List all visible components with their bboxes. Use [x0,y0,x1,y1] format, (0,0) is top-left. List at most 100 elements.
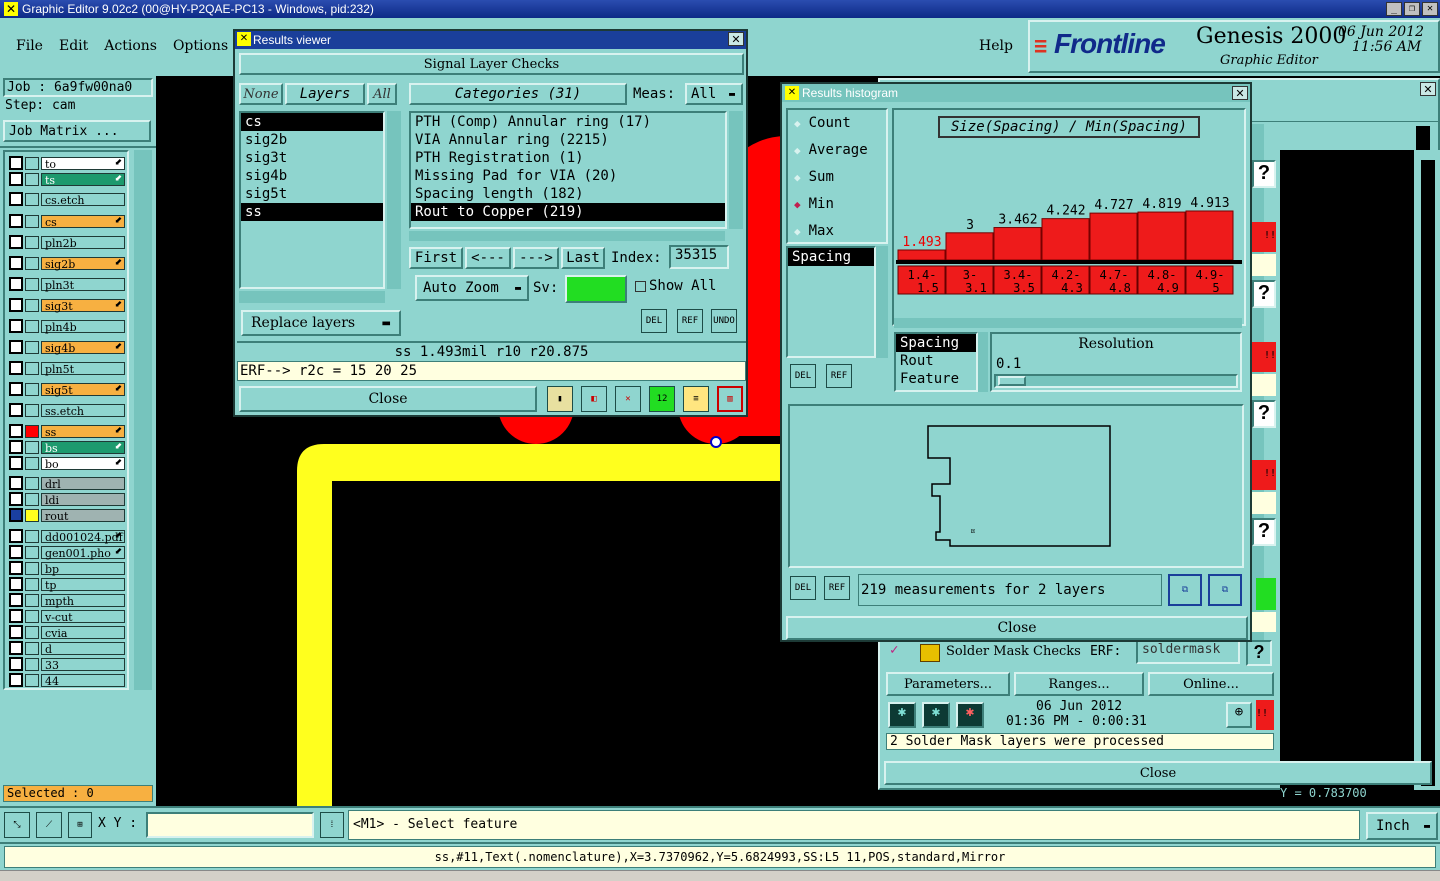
layer-color-swatch[interactable] [25,657,39,671]
layer-checkbox[interactable] [9,256,23,270]
undo-icon[interactable]: UNDO [711,309,737,333]
menu-help[interactable]: Help [979,38,1013,54]
zoom-icon[interactable]: ⊕ [1226,702,1252,728]
histogram-bar[interactable] [897,249,946,261]
del-icon[interactable]: DEL [641,309,667,333]
run-all-icon[interactable]: ✱ [922,702,950,728]
layer-color-swatch[interactable] [25,440,39,454]
layer-row[interactable]: sig3t ⬋ [9,298,125,313]
layer-name[interactable]: to ⬋ [41,156,125,171]
radio-diamond-icon[interactable]: ◆ [794,225,801,238]
alert-icon-3[interactable]: !! [1252,460,1276,490]
auto-zoom-select[interactable]: Auto Zoom ▬ [415,275,529,301]
layer-color-swatch[interactable] [25,277,39,291]
select-arrow-icon[interactable]: ⤡ [4,812,30,838]
layer-color-swatch[interactable] [25,172,39,186]
help-icon-5[interactable]: ? [1246,640,1272,666]
menu-file[interactable]: File [16,38,43,54]
layer-name[interactable]: d [41,641,125,656]
layer-name[interactable]: ldi [41,492,125,507]
category-item[interactable]: PTH (Comp) Annular ring (17) [411,113,725,131]
replace-layers-button[interactable]: Replace layers ▬ [241,310,401,336]
layer-color-swatch[interactable] [25,545,39,559]
layer-checkbox[interactable] [9,214,23,228]
slider-thumb[interactable] [998,376,1026,386]
layer-name[interactable]: ss ⬋ [41,424,125,439]
layers-all-button[interactable]: All [367,83,397,105]
layer-color-swatch[interactable] [25,529,39,543]
next-button[interactable]: ---> [513,247,559,269]
report-icon[interactable]: ≡ [683,386,709,412]
info-icon[interactable]: ⁞ [320,812,344,838]
layer-name[interactable]: pln5t [41,361,125,376]
layer-row[interactable]: pln4b [9,319,125,334]
mode-radio[interactable]: ◆ Max [794,222,834,240]
layer-name[interactable]: drl [41,476,125,491]
ranges-button[interactable]: Ranges... [1014,672,1144,696]
job-matrix-button[interactable]: Job Matrix ... [3,120,151,142]
mode-radio[interactable]: ◆ Average [794,141,868,159]
layer-row[interactable]: ss.etch [9,403,125,418]
histogram-bar[interactable] [1137,211,1186,261]
layer-color-swatch[interactable] [25,508,39,522]
restore-icon[interactable]: ❐ [1404,2,1420,16]
layer-row[interactable]: pln2b [9,235,125,250]
layer-checkbox[interactable] [9,192,23,206]
layer-row[interactable]: cvia [9,625,125,640]
layer-color-swatch[interactable] [25,476,39,490]
layer-item[interactable]: sig5t [241,185,383,203]
layer-name[interactable]: bp [41,561,125,576]
layer-checkbox[interactable] [9,625,23,639]
layer-row[interactable]: sig4b ⬋ [9,340,125,355]
hist2-ref-icon[interactable]: REF [824,576,850,600]
help-icon-2[interactable]: ? [1252,280,1276,308]
sv-color-select[interactable] [565,275,627,303]
histogram-bar[interactable] [1185,210,1234,261]
layer-color-swatch[interactable] [25,593,39,607]
layer-row[interactable]: 33 [9,657,125,672]
layers-header[interactable]: Layers [285,83,365,105]
layer-color-swatch[interactable] [25,577,39,591]
alert-icon-4[interactable]: !! [1256,700,1274,730]
layer-row[interactable]: to ⬋ [9,156,125,171]
hist2-del-icon[interactable]: DEL [790,576,816,600]
layer-color-swatch[interactable] [25,625,39,639]
layers-none-button[interactable]: None [239,83,283,105]
attr-item[interactable]: Rout [896,352,976,370]
attr-list[interactable]: Spacing Rout Feature [894,332,978,392]
layer-color-swatch[interactable] [25,214,39,228]
radio-diamond-icon[interactable]: ◆ [794,171,801,184]
layer-checkbox[interactable] [9,382,23,396]
categories-hscroll[interactable] [409,231,725,241]
layer-row[interactable]: dd001024.pdf ⬋ [9,529,125,544]
drc-close-icon[interactable]: ✕ [1420,82,1436,96]
mode-radio[interactable]: ◆ Sum [794,168,834,186]
layer-checkbox[interactable] [9,340,23,354]
radio-diamond-icon[interactable]: ◆ [794,144,801,157]
layer-name[interactable]: gen001.pho ⬋ [41,545,125,560]
layer-color-swatch[interactable] [25,673,39,687]
alert-icon-1[interactable]: !! [1252,222,1276,252]
layer-name[interactable]: sig2b ⬋ [41,256,125,271]
layer-name[interactable]: dd001024.pdf ⬋ [41,529,125,544]
histogram-close-button[interactable]: Close [786,616,1248,640]
layer-item[interactable]: sig4b [241,167,383,185]
layer-name[interactable]: 33 [41,657,125,672]
layer-checkbox[interactable] [9,593,23,607]
layer-color-swatch[interactable] [25,382,39,396]
layer-name[interactable]: pln3t [41,277,125,292]
layer-color-swatch[interactable] [25,403,39,417]
results-close-button[interactable]: Close [239,386,537,412]
layer-color-swatch[interactable] [25,340,39,354]
hist-ref-icon[interactable]: REF [826,364,852,388]
attr-item[interactable]: Feature [896,370,976,388]
layer-checkbox[interactable] [9,657,23,671]
last-button[interactable]: Last [561,247,605,269]
layer-color-swatch[interactable] [25,298,39,312]
layer-checkbox[interactable] [9,508,23,522]
layer-name[interactable]: ss.etch [41,403,125,418]
layer-checkbox[interactable] [9,561,23,575]
layer-color-swatch[interactable] [25,424,39,438]
layer-color-swatch[interactable] [25,492,39,506]
category-item[interactable]: PTH Registration (1) [411,149,725,167]
